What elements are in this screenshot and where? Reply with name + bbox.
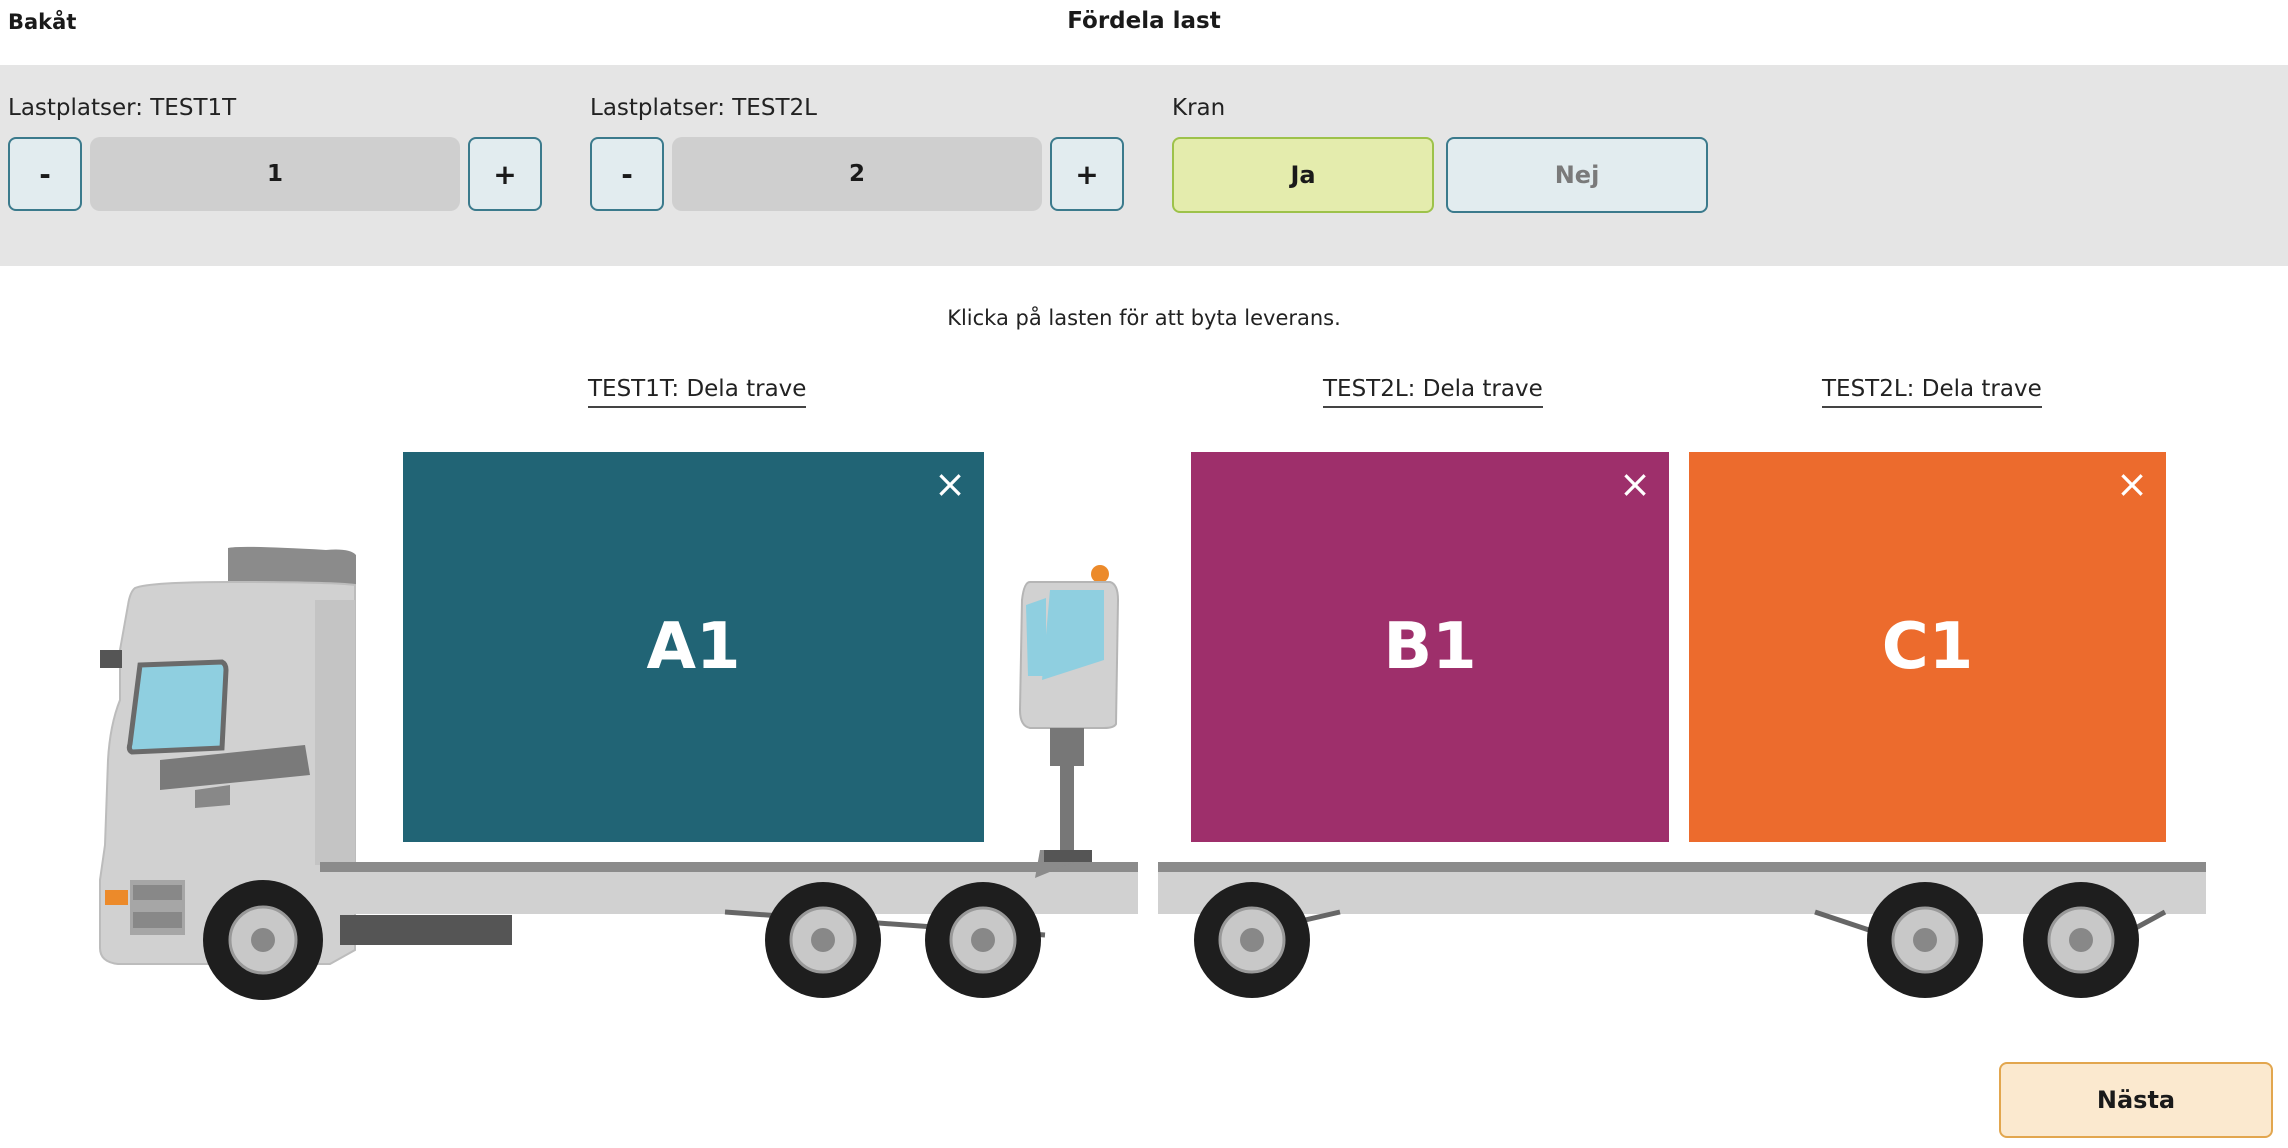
cargo-id-a1: A1 bbox=[646, 610, 741, 684]
next-button[interactable]: Nästa bbox=[1999, 1062, 2273, 1138]
delivery-label-c1[interactable]: TEST2L: Dela trave bbox=[1822, 376, 2042, 408]
close-icon[interactable]: × bbox=[932, 465, 968, 503]
cargo-block-a1[interactable]: A1 × bbox=[403, 452, 984, 842]
close-icon[interactable]: × bbox=[1617, 465, 1653, 503]
close-icon[interactable]: × bbox=[2114, 465, 2150, 503]
cargo-block-b1[interactable]: B1 × bbox=[1191, 452, 1669, 842]
crane-operator-cab bbox=[1018, 565, 1120, 862]
delivery-label-a1[interactable]: TEST1T: Dela trave bbox=[588, 376, 807, 408]
cargo-id-b1: B1 bbox=[1383, 610, 1477, 684]
cargo-id-c1: C1 bbox=[1881, 610, 1974, 684]
cargo-block-c1[interactable]: C1 × bbox=[1689, 452, 2166, 842]
delivery-label-b1[interactable]: TEST2L: Dela trave bbox=[1323, 376, 1543, 408]
